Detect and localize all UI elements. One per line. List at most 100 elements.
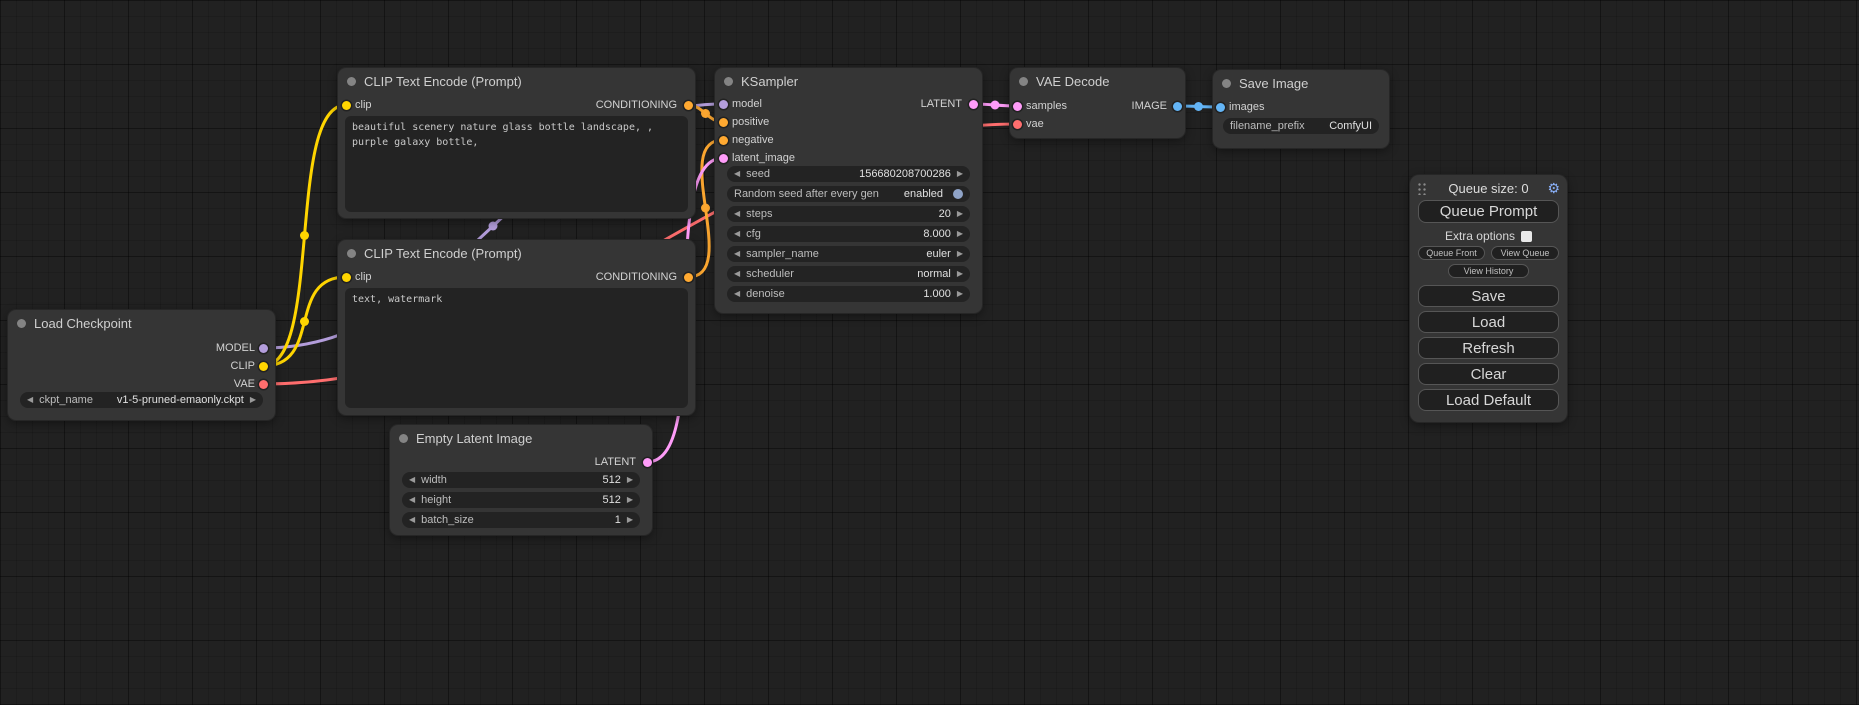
latent-output-port[interactable] — [969, 100, 978, 109]
vae-decode-title-bar[interactable]: VAE Decode — [1010, 68, 1185, 94]
input-label-model: model — [732, 97, 762, 111]
vae-output-port[interactable] — [259, 380, 268, 389]
increment-arrow-icon[interactable]: ▶ — [957, 266, 963, 282]
refresh-button[interactable]: Refresh — [1418, 337, 1559, 359]
queue-prompt-button[interactable]: Queue Prompt — [1418, 200, 1559, 223]
queue-menu-panel: Queue size: 0 ⚙ Queue Prompt Extra optio… — [1410, 175, 1567, 422]
clear-button[interactable]: Clear — [1418, 363, 1559, 385]
increment-arrow-icon[interactable]: ▶ — [957, 226, 963, 242]
node-clip-text-encode-negative[interactable]: CLIP Text Encode (Prompt) clip CONDITION… — [338, 240, 695, 415]
collapse-dot[interactable] — [347, 77, 356, 86]
image-output-port[interactable] — [1173, 102, 1182, 111]
collapse-dot[interactable] — [399, 434, 408, 443]
increment-arrow-icon[interactable]: ▶ — [627, 492, 633, 508]
clip-encode-negative-title-bar[interactable]: CLIP Text Encode (Prompt) — [338, 240, 695, 266]
sampler-name-widget[interactable]: ◀ sampler_name euler ▶ — [727, 246, 970, 262]
width-widget[interactable]: ◀ width 512 ▶ — [402, 472, 640, 488]
widget-label: sampler_name — [746, 248, 819, 260]
node-vae-decode[interactable]: VAE Decode samples vae IMAGE — [1010, 68, 1185, 138]
widget-value: 512 — [602, 494, 620, 506]
collapse-dot[interactable] — [1019, 77, 1028, 86]
view-queue-button[interactable]: View Queue — [1491, 246, 1559, 260]
save-button[interactable]: Save — [1418, 285, 1559, 307]
view-history-button[interactable]: View History — [1448, 264, 1529, 278]
increment-arrow-icon[interactable]: ▶ — [250, 392, 256, 408]
random-seed-toggle-widget[interactable]: Random seed after every gen enabled — [727, 186, 970, 202]
filename-prefix-widget[interactable]: filename_prefix ComfyUI — [1223, 118, 1379, 134]
negative-prompt-textarea[interactable]: text, watermark — [345, 288, 688, 408]
decrement-arrow-icon[interactable]: ◀ — [734, 246, 740, 262]
conditioning-output-port[interactable] — [684, 101, 693, 110]
decrement-arrow-icon[interactable]: ◀ — [27, 392, 33, 408]
load-button[interactable]: Load — [1418, 311, 1559, 333]
decrement-arrow-icon[interactable]: ◀ — [734, 266, 740, 282]
widget-value: 1 — [615, 514, 621, 526]
node-empty-latent-image[interactable]: Empty Latent Image LATENT ◀ width 512 ▶ … — [390, 425, 652, 535]
node-load-checkpoint[interactable]: Load Checkpoint MODEL CLIP VAE ◀ ckpt_na… — [8, 310, 275, 420]
clip-input-port[interactable] — [342, 273, 351, 282]
link-midpoint-dot — [701, 204, 710, 213]
increment-arrow-icon[interactable]: ▶ — [957, 206, 963, 222]
decrement-arrow-icon[interactable]: ◀ — [734, 206, 740, 222]
node-save-image[interactable]: Save Image images filename_prefix ComfyU… — [1213, 70, 1389, 148]
model-input-port[interactable] — [719, 100, 728, 109]
scheduler-widget[interactable]: ◀ scheduler normal ▶ — [727, 266, 970, 282]
decrement-arrow-icon[interactable]: ◀ — [409, 492, 415, 508]
extra-options-label: Extra options — [1445, 229, 1515, 243]
ckpt-name-widget[interactable]: ◀ ckpt_name v1-5-pruned-emaonly.ckpt ▶ — [20, 392, 263, 408]
decrement-arrow-icon[interactable]: ◀ — [734, 286, 740, 302]
increment-arrow-icon[interactable]: ▶ — [957, 286, 963, 302]
decrement-arrow-icon[interactable]: ◀ — [734, 166, 740, 182]
positive-input-port[interactable] — [719, 118, 728, 127]
negative-input-port[interactable] — [719, 136, 728, 145]
node-title: VAE Decode — [1036, 74, 1109, 89]
ksampler-title-bar[interactable]: KSampler — [715, 68, 982, 94]
widget-label: cfg — [746, 228, 761, 240]
load-checkpoint-title-bar[interactable]: Load Checkpoint — [8, 310, 275, 336]
widget-label: width — [421, 474, 447, 486]
images-input-port[interactable] — [1216, 103, 1225, 112]
increment-arrow-icon[interactable]: ▶ — [957, 166, 963, 182]
output-label-conditioning: CONDITIONING — [596, 270, 677, 284]
queue-front-button[interactable]: Queue Front — [1418, 246, 1485, 260]
model-output-port[interactable] — [259, 344, 268, 353]
extra-options-checkbox[interactable] — [1521, 231, 1532, 242]
node-ksampler[interactable]: KSampler model positive negative latent_… — [715, 68, 982, 313]
widget-label: denoise — [746, 288, 785, 300]
samples-input-port[interactable] — [1013, 102, 1022, 111]
settings-gear-icon[interactable]: ⚙ — [1547, 180, 1560, 196]
decrement-arrow-icon[interactable]: ◀ — [409, 472, 415, 488]
seed-widget[interactable]: ◀ seed 156680208700286 ▶ — [727, 166, 970, 182]
batch-size-widget[interactable]: ◀ batch_size 1 ▶ — [402, 512, 640, 528]
input-label-images: images — [1229, 100, 1264, 114]
node-clip-text-encode-positive[interactable]: CLIP Text Encode (Prompt) clip CONDITION… — [338, 68, 695, 218]
decrement-arrow-icon[interactable]: ◀ — [734, 226, 740, 242]
empty-latent-title-bar[interactable]: Empty Latent Image — [390, 425, 652, 451]
steps-widget[interactable]: ◀ steps 20 ▶ — [727, 206, 970, 222]
vae-input-port[interactable] — [1013, 120, 1022, 129]
denoise-widget[interactable]: ◀ denoise 1.000 ▶ — [727, 286, 970, 302]
collapse-dot[interactable] — [724, 77, 733, 86]
collapse-dot[interactable] — [17, 319, 26, 328]
increment-arrow-icon[interactable]: ▶ — [957, 246, 963, 262]
load-default-button[interactable]: Load Default — [1418, 389, 1559, 411]
clip-encode-positive-title-bar[interactable]: CLIP Text Encode (Prompt) — [338, 68, 695, 94]
positive-prompt-textarea[interactable]: beautiful scenery nature glass bottle la… — [345, 116, 688, 212]
collapse-dot[interactable] — [347, 249, 356, 258]
increment-arrow-icon[interactable]: ▶ — [627, 472, 633, 488]
decrement-arrow-icon[interactable]: ◀ — [409, 512, 415, 528]
collapse-dot[interactable] — [1222, 79, 1231, 88]
height-widget[interactable]: ◀ height 512 ▶ — [402, 492, 640, 508]
latent-image-input-port[interactable] — [719, 154, 728, 163]
widget-value: euler — [926, 248, 950, 260]
latent-output-port[interactable] — [643, 458, 652, 467]
link-midpoint-dot — [701, 109, 710, 118]
toggle-knob[interactable] — [953, 189, 963, 199]
save-image-title-bar[interactable]: Save Image — [1213, 70, 1389, 96]
increment-arrow-icon[interactable]: ▶ — [627, 512, 633, 528]
clip-output-port[interactable] — [259, 362, 268, 371]
cfg-widget[interactable]: ◀ cfg 8.000 ▶ — [727, 226, 970, 242]
output-label-image: IMAGE — [1132, 99, 1167, 113]
conditioning-output-port[interactable] — [684, 273, 693, 282]
clip-input-port[interactable] — [342, 101, 351, 110]
